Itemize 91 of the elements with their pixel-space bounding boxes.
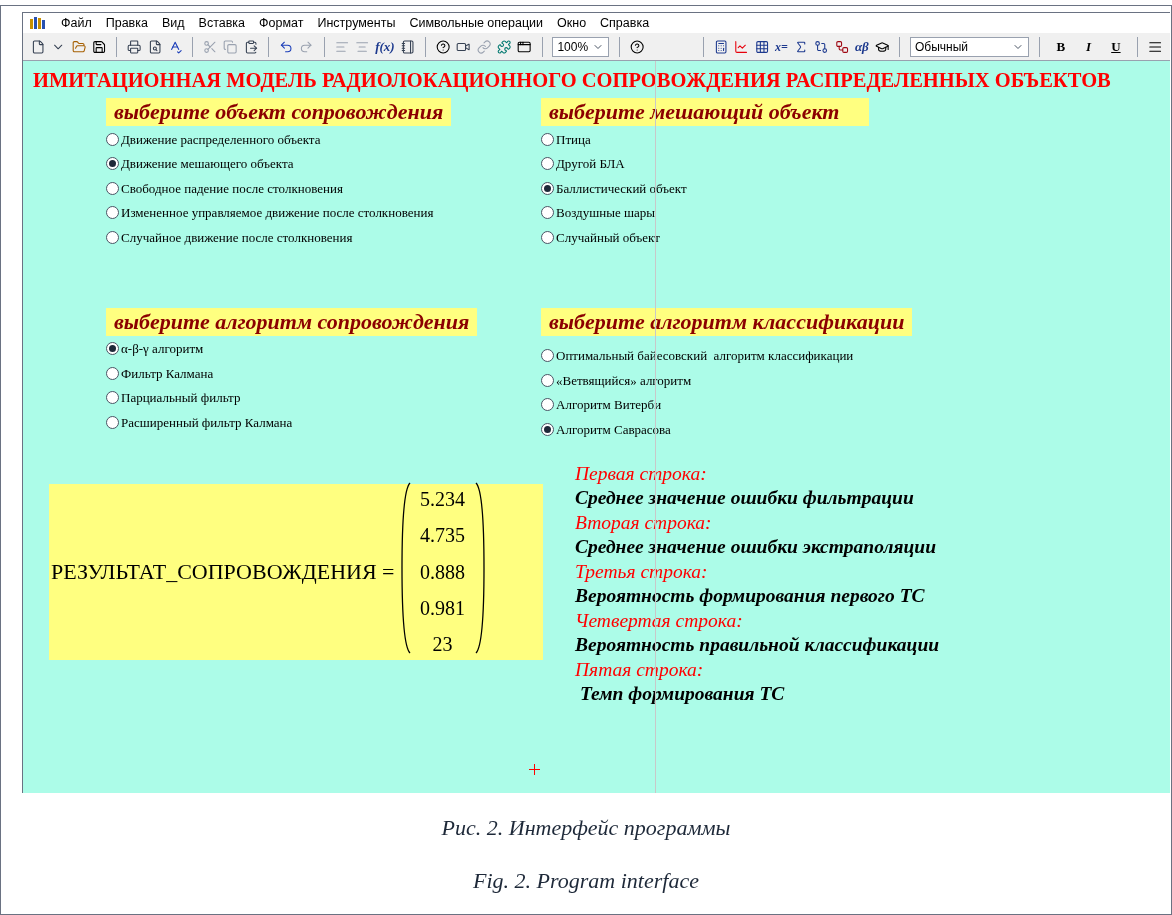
radio-button[interactable] <box>541 398 554 412</box>
legend-heading: Третья строка: <box>575 559 709 584</box>
legend-text: Вероятность правильной классификации <box>575 633 940 657</box>
legend-heading: Четвертая строка: <box>575 608 744 633</box>
menu-item[interactable]: Справка <box>600 13 650 33</box>
paste-icon[interactable] <box>243 38 259 55</box>
menu-item[interactable]: Формат <box>259 13 304 33</box>
radio-label: Птица <box>556 130 591 149</box>
figure-caption: Fig. 2. Program interface <box>473 867 699 895</box>
menu-item[interactable]: Инструменты <box>317 13 396 33</box>
radio-label: Случайный объект <box>556 228 660 247</box>
format-button[interactable]: I <box>1077 34 1100 59</box>
radio-button[interactable] <box>541 132 554 146</box>
legend-heading: Пятая строка: <box>575 657 705 682</box>
greek-button[interactable]: αβ <box>854 36 869 57</box>
matrix-icon[interactable] <box>754 38 770 55</box>
style-dropdown[interactable]: Обычный <box>910 36 1030 57</box>
app-logo-icon <box>29 16 47 30</box>
print-preview-icon[interactable] <box>147 38 162 55</box>
radio-button[interactable] <box>541 206 554 220</box>
section-heading: выберите алгоритм классификации <box>541 307 913 336</box>
radio-label: Фильтр Калмана <box>121 364 214 383</box>
radio-button[interactable] <box>106 181 119 195</box>
open-folder-icon[interactable] <box>71 38 86 55</box>
radio-button[interactable] <box>106 230 119 244</box>
menu-item[interactable]: Символьные операции <box>409 13 544 33</box>
legend-text: Вероятность формирования первого ТС <box>575 584 926 608</box>
format-button[interactable]: U <box>1105 34 1127 59</box>
legend-heading: Первая строка: <box>575 461 708 486</box>
evaluate-button[interactable]: x= <box>775 37 788 56</box>
result-matrix: РЕЗУЛЬТАТ_СОПРОВОЖДЕНИЯ = 5.234 4.735 0.888 0.981 23 <box>49 483 543 660</box>
matrix-value: 4.735 <box>420 523 465 549</box>
worksheet-title: ИМИТАЦИОННАЯ МОДЕЛЬ РАДИОЛОКАЦИОННОГО СОПРОВОЖДЕНИЯ РАСПРЕДЕЛЕННЫХ ОБЪЕКТОВ <box>32 68 1112 92</box>
radio-button[interactable] <box>106 342 119 356</box>
calculator-icon[interactable] <box>714 38 729 55</box>
radio-button[interactable] <box>106 366 119 380</box>
save-icon[interactable] <box>92 38 107 55</box>
radio-button[interactable] <box>106 391 119 405</box>
matrix-value: 23 <box>432 632 453 658</box>
radio-button[interactable] <box>106 132 119 146</box>
radio-label: Другой БЛА <box>556 155 625 173</box>
radio-label: Свободное падение после столкновения <box>121 179 343 198</box>
radio-button[interactable] <box>541 373 554 387</box>
menu-item[interactable]: Файл <box>61 13 92 33</box>
radio-label: «Ветвящийся» алгоритм <box>556 371 692 390</box>
radio-button[interactable] <box>541 422 554 436</box>
radio-label: Алгоритм Витерби <box>556 396 662 414</box>
radio-label: Баллистический объект <box>556 179 687 198</box>
format-button[interactable]: B <box>1050 34 1072 59</box>
zoom-dropdown[interactable]: 100% <box>552 36 609 57</box>
radio-button[interactable] <box>541 230 554 244</box>
menu-item[interactable]: Окно <box>557 13 587 33</box>
radio-button[interactable] <box>106 415 119 429</box>
crosshair-cursor-icon <box>529 764 540 775</box>
radio-label: Алгоритм Саврасова <box>556 420 671 439</box>
help-icon[interactable] <box>629 38 645 55</box>
radio-button[interactable] <box>541 181 554 195</box>
puzzle-icon[interactable] <box>496 38 512 55</box>
right-parenthesis-icon <box>474 480 485 655</box>
radio-label: Расширенный фильтр Калмана <box>121 413 293 432</box>
menu-item[interactable]: Вставка <box>198 13 246 33</box>
radio-label: α-β-γ алгоритм <box>121 340 204 358</box>
section-heading: выберите мешающий объект <box>541 98 870 126</box>
left-parenthesis-icon <box>400 480 411 655</box>
radio-label: Движение мешающего объекта <box>121 155 294 173</box>
graph-icon[interactable] <box>734 38 749 55</box>
radio-label: Оптимальный байесовский алгоритм классификации <box>556 347 854 365</box>
radio-label: Движение распределенного объекта <box>121 130 321 149</box>
menu-item[interactable]: Правка <box>105 13 148 33</box>
radio-button[interactable] <box>541 157 554 171</box>
printer-icon[interactable] <box>127 38 142 55</box>
matrix-value: 0.981 <box>420 595 465 621</box>
section-heading: выберите алгоритм сопровождения <box>106 307 478 336</box>
radio-button[interactable] <box>106 157 119 171</box>
new-document-icon[interactable] <box>31 38 46 55</box>
radio-button[interactable] <box>106 206 119 220</box>
legend-text: Среднее значение ошибки экстраполяции <box>575 535 938 559</box>
insert-function-button[interactable]: f(x) <box>375 36 395 57</box>
legend-heading: Вторая строка: <box>575 510 713 535</box>
radio-label: Парциальный фильтр <box>121 389 241 407</box>
figure-caption: Рис. 2. Интерфейс программы <box>441 814 731 842</box>
matrix-value: 5.234 <box>420 486 465 512</box>
radio-label: Измененное управляемое движение после столкновения <box>121 204 434 222</box>
legend-text: Среднее значение ошибки фильтрации <box>575 486 915 510</box>
matrix-value: 0.888 <box>420 559 465 585</box>
section-heading: выберите объект сопровождения <box>106 98 452 126</box>
radio-button[interactable] <box>541 349 554 363</box>
legend-text: Темп формирования ТС <box>578 682 786 706</box>
radio-label: Воздушные шары <box>556 204 655 222</box>
menu-item[interactable]: Вид <box>161 13 185 33</box>
radio-label: Случайное движение после столкновения <box>121 228 353 247</box>
